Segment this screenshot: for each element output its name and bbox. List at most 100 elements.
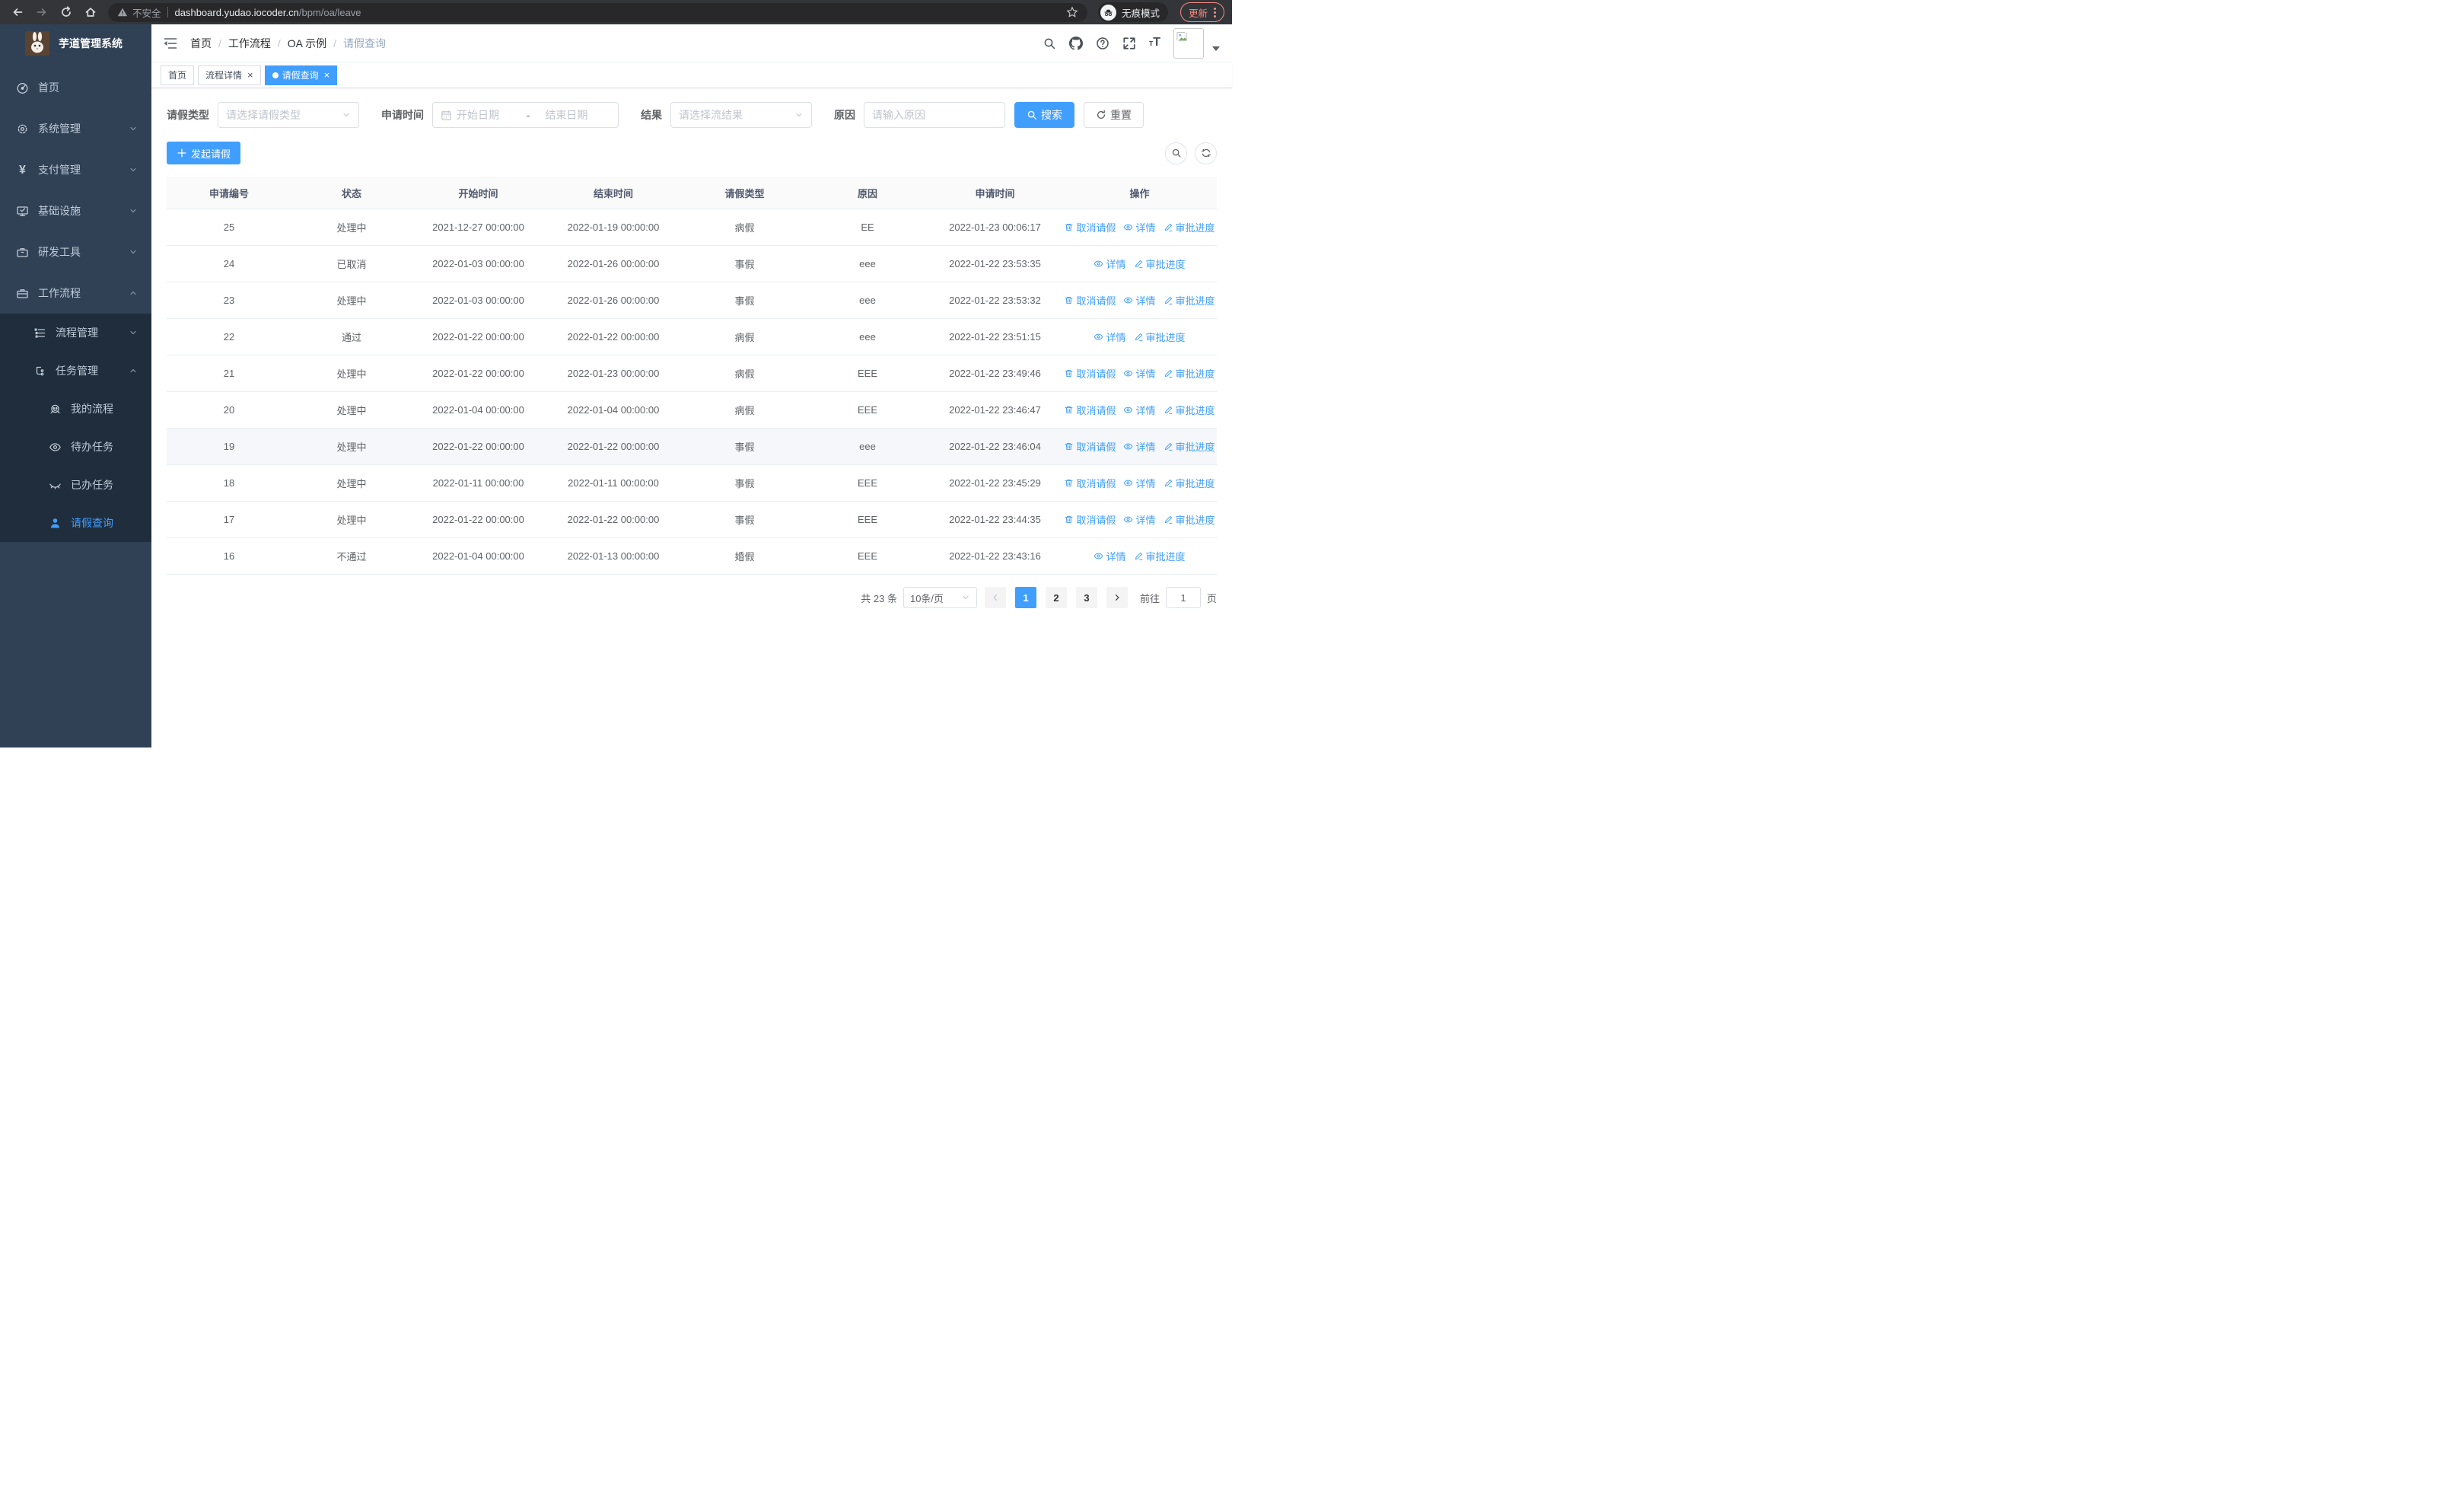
bookmark-star-icon[interactable] [1066,6,1078,18]
detail-link[interactable]: 详情 [1123,366,1156,381]
reason-input[interactable]: 请输入原因 [864,102,1005,128]
cancel-leave-link[interactable]: 取消请假 [1064,512,1116,527]
avatar-caret-icon[interactable] [1212,46,1220,51]
sidebar-item-system[interactable]: 系统管理 [0,108,151,149]
goto-page-input[interactable]: 1 [1165,587,1201,608]
toggle-search-button[interactable] [1165,142,1187,164]
page-button-1[interactable]: 1 [1014,587,1036,608]
progress-link[interactable]: 审批进度 [1134,257,1186,271]
forward-button[interactable] [32,2,52,22]
page-content: 请假类型 请选择请假类型 申请时间 开始日期 - 结束日期 结果 请选择流结果 … [151,88,1232,748]
detail-link[interactable]: 详情 [1094,257,1126,271]
page-button-2[interactable]: 2 [1045,587,1067,608]
address-bar[interactable]: 不安全 dashboard.yudao.iocoder.cn/bpm/oa/le… [108,2,1087,22]
refresh-table-button[interactable] [1195,142,1217,164]
github-icon[interactable] [1068,36,1083,50]
detail-link[interactable]: 详情 [1123,476,1156,490]
tab-process-detail[interactable]: 流程详情 × [198,65,261,85]
active-dot [272,72,279,78]
column-header: 状态 [341,187,361,199]
progress-link[interactable]: 审批进度 [1164,439,1215,454]
cancel-leave-link[interactable]: 取消请假 [1064,439,1116,454]
fullscreen-icon[interactable] [1122,37,1136,50]
page-size-select[interactable]: 10条/页 [903,587,977,608]
sidebar-item-leave-query[interactable]: 请假查询 [0,504,151,542]
apply-time-range-picker[interactable]: 开始日期 - 结束日期 [432,102,619,128]
reset-button[interactable]: 重置 [1084,102,1144,128]
cell-start-time: 2022-01-04 00:00:00 [432,404,524,416]
cancel-leave-link[interactable]: 取消请假 [1064,403,1116,417]
page-button-3[interactable]: 3 [1075,587,1097,608]
progress-link[interactable]: 审批进度 [1164,366,1215,381]
sidebar-item-done-tasks[interactable]: 已办任务 [0,466,151,504]
cell-status: 已取消 [336,259,367,270]
sidebar-item-task-mgmt[interactable]: 任务管理 [0,352,151,390]
cancel-leave-link[interactable]: 取消请假 [1064,293,1116,308]
detail-link[interactable]: 详情 [1094,549,1126,563]
sidebar-item-my-processes[interactable]: 我的流程 [0,390,151,428]
detail-link[interactable]: 详情 [1123,403,1156,417]
sidebar-item-devtools[interactable]: 研发工具 [0,231,151,273]
cell-end-time: 2022-01-26 00:00:00 [567,295,660,306]
cell-status: 不通过 [336,551,367,563]
progress-link[interactable]: 审批进度 [1134,549,1186,563]
sidebar-item-infrastructure[interactable]: 基础设施 [0,190,151,231]
eye-closed-icon [49,483,61,489]
sidebar-item-process-mgmt[interactable]: 流程管理 [0,314,151,352]
reload-button[interactable] [56,2,76,22]
home-button[interactable] [81,2,100,22]
cell-actions: 详情 审批进度 [1062,257,1217,271]
detail-link[interactable]: 详情 [1123,220,1156,234]
progress-link[interactable]: 审批进度 [1164,220,1215,234]
sidebar-item-todo-tasks[interactable]: 待办任务 [0,428,151,466]
cancel-leave-link[interactable]: 取消请假 [1064,366,1116,381]
breadcrumb-home[interactable]: 首页 [190,36,212,51]
trash-icon [1065,479,1073,487]
tab-home[interactable]: 首页 [161,65,195,85]
sidebar-item-label: 已办任务 [71,479,113,491]
app-logo-row[interactable]: 芋道管理系统 [0,24,151,62]
help-icon[interactable] [1096,37,1109,50]
cell-reason: eee [859,295,876,306]
progress-link[interactable]: 审批进度 [1164,403,1215,417]
detail-link[interactable]: 详情 [1123,439,1156,454]
progress-link[interactable]: 审批进度 [1164,293,1215,308]
refresh-icon [1201,148,1211,158]
prev-page-button[interactable] [984,587,1006,608]
font-size-icon[interactable]: тT [1149,36,1160,50]
search-icon[interactable] [1043,37,1056,50]
breadcrumb-oa-example[interactable]: OA 示例 [288,36,326,51]
sidebar-item-home[interactable]: 首页 [0,67,151,108]
cancel-leave-link[interactable]: 取消请假 [1064,476,1116,490]
leave-type-select[interactable]: 请选择请假类型 [218,102,359,128]
result-select[interactable]: 请选择流结果 [670,102,812,128]
update-button[interactable]: 更新 [1179,2,1224,22]
back-button[interactable] [8,2,27,22]
next-page-button[interactable] [1106,587,1128,608]
search-button[interactable]: 搜索 [1014,102,1074,128]
detail-link[interactable]: 详情 [1094,330,1126,344]
avatar[interactable] [1173,27,1204,59]
close-icon[interactable]: × [324,70,330,80]
detail-link[interactable]: 详情 [1123,293,1156,308]
progress-link[interactable]: 审批进度 [1164,512,1215,527]
eye-icon [1094,260,1103,267]
sidebar-item-payment[interactable]: ¥ 支付管理 [0,149,151,190]
sidebar-item-label: 流程管理 [56,327,98,339]
cell-apply-id: 25 [223,222,235,233]
breadcrumb-workflow[interactable]: 工作流程 [228,36,271,51]
cancel-leave-link[interactable]: 取消请假 [1064,220,1116,234]
tab-leave-query[interactable]: 请假查询 × [264,65,338,85]
close-icon[interactable]: × [247,70,253,80]
url-text[interactable]: dashboard.yudao.iocoder.cn/bpm/oa/leave [175,7,1060,18]
filter-bar: 请假类型 请选择请假类型 申请时间 开始日期 - 结束日期 结果 请选择流结果 … [167,102,1217,128]
sidebar-collapse-icon[interactable] [163,36,178,51]
progress-link[interactable]: 审批进度 [1164,476,1215,490]
progress-link[interactable]: 审批进度 [1134,330,1186,344]
sidebar-item-workflow[interactable]: 工作流程 [0,273,151,314]
create-leave-button[interactable]: 发起请假 [167,142,241,164]
reason-label: 原因 [834,109,855,121]
security-label[interactable]: 不安全 [132,5,161,20]
browser-menu-icon[interactable] [1214,7,1216,18]
detail-link[interactable]: 详情 [1123,512,1156,527]
